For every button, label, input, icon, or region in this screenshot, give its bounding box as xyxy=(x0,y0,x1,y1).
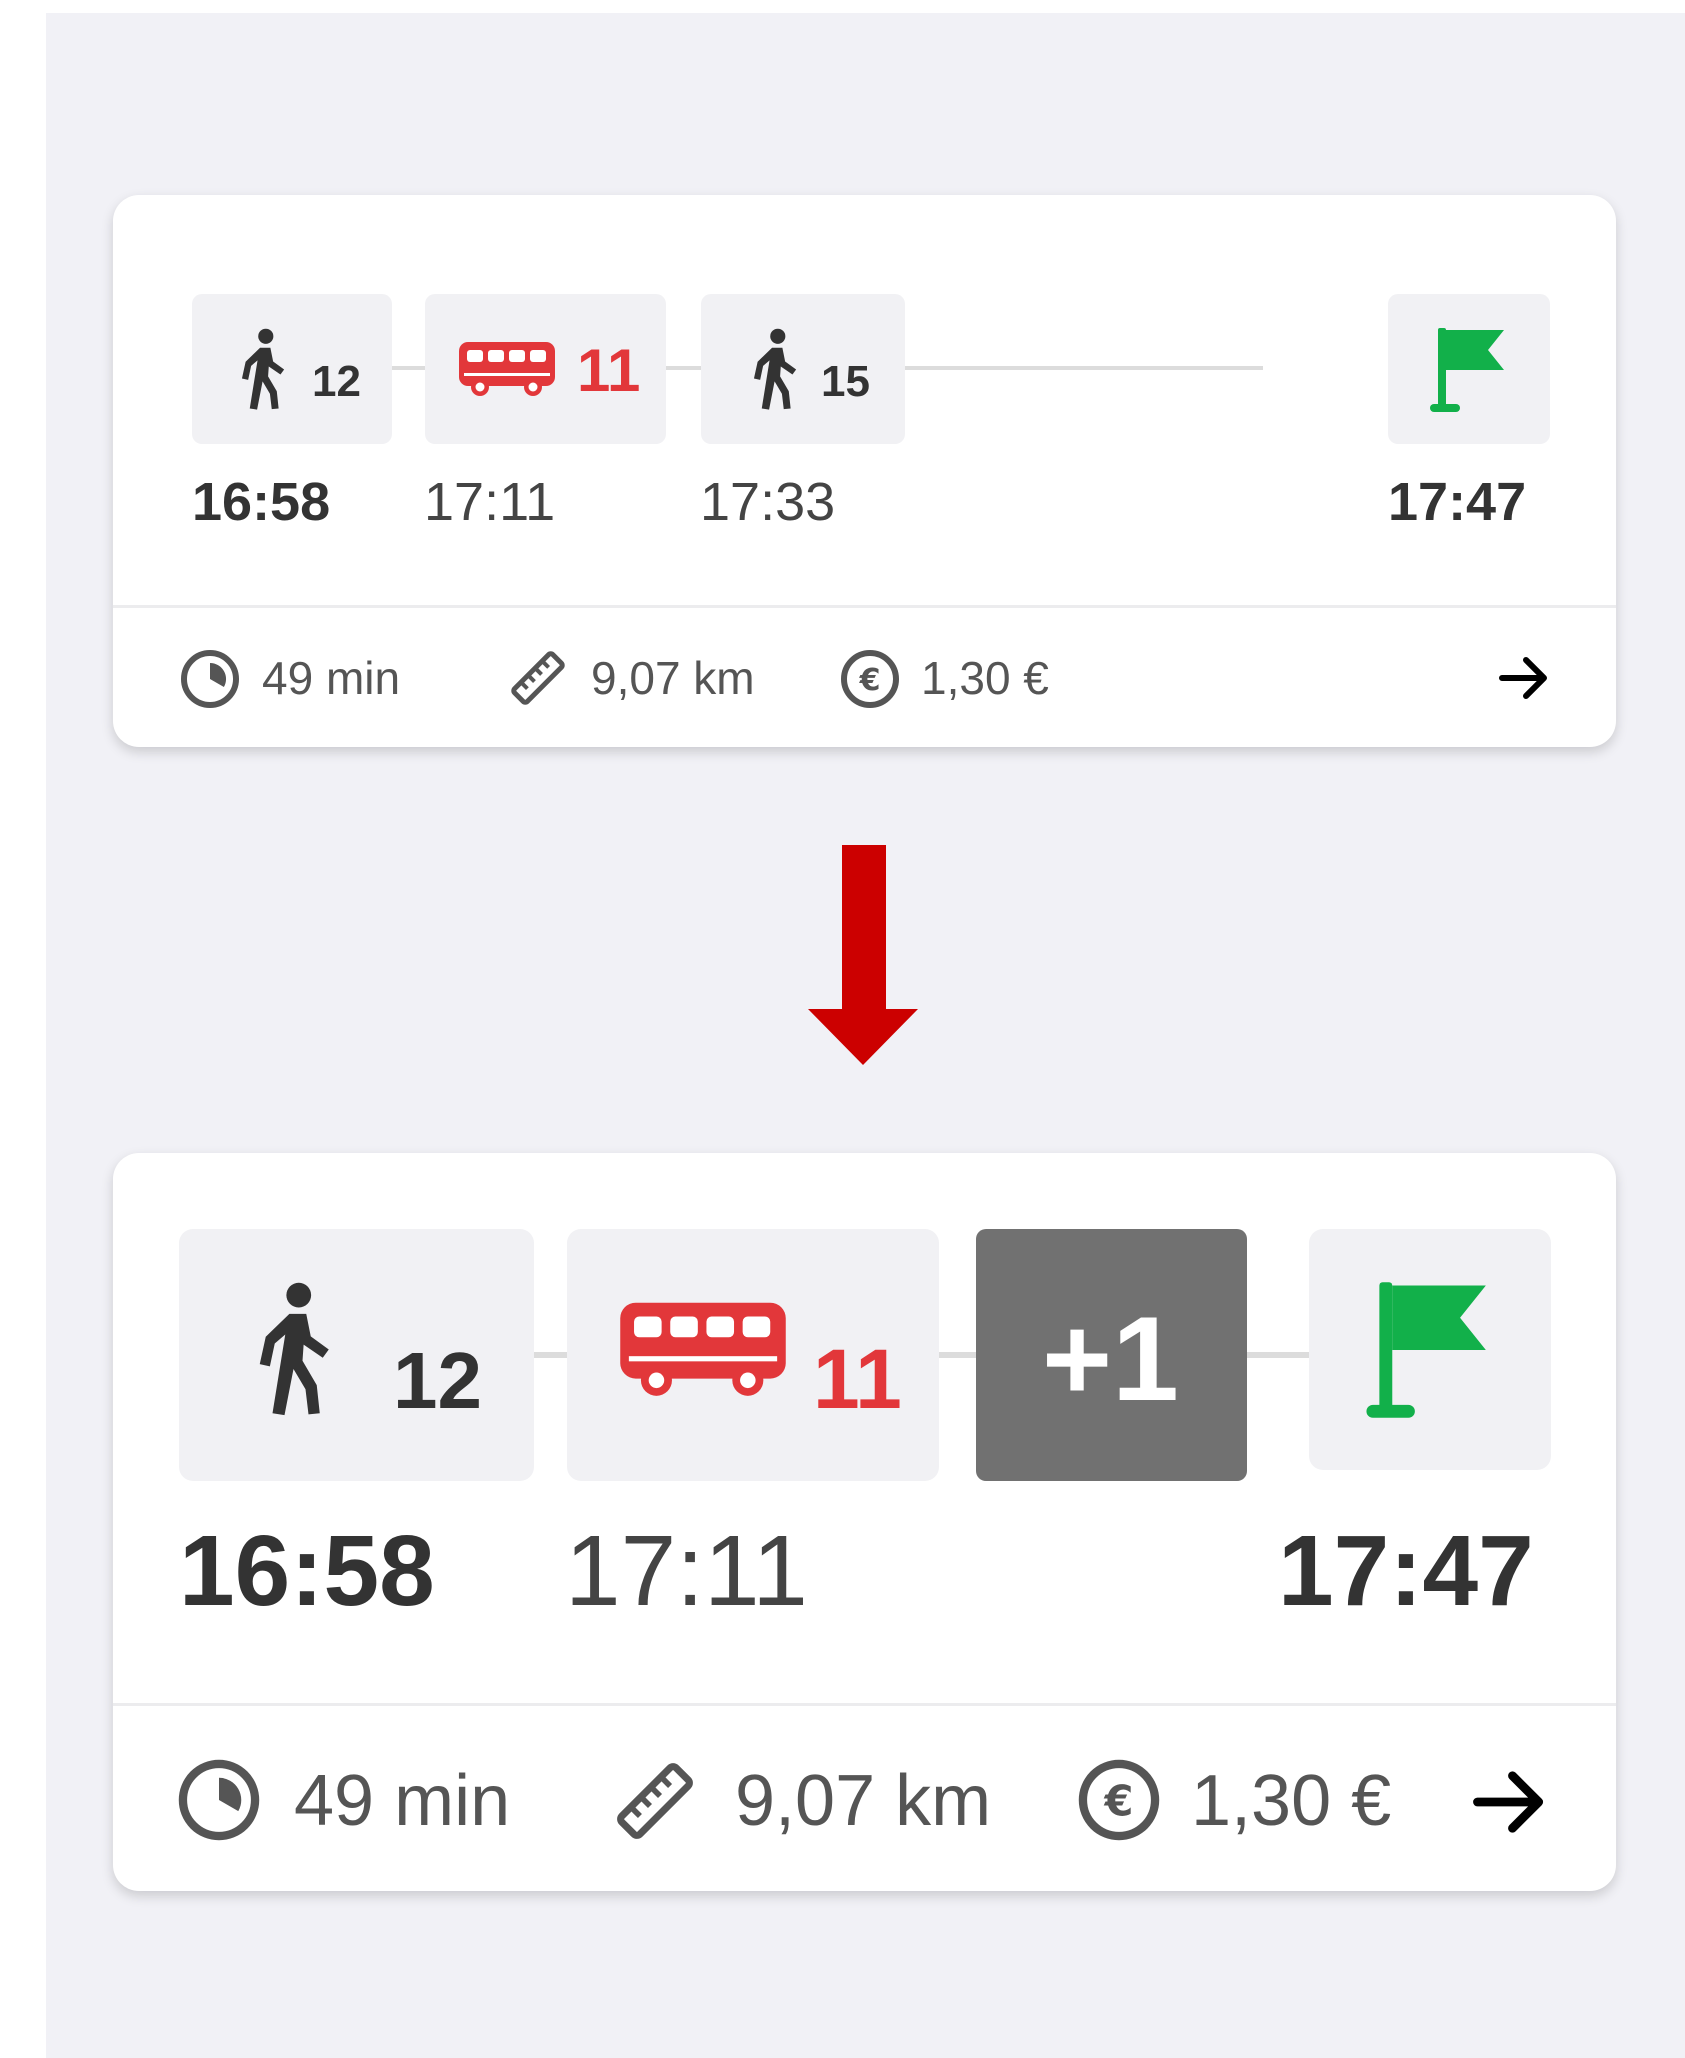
trip-duration: 49 min xyxy=(294,1761,511,1841)
bus-icon xyxy=(459,342,555,396)
departure-time: 16:58 xyxy=(192,472,331,532)
euro-icon: € xyxy=(1078,1759,1160,1841)
arrival-time: 17:47 xyxy=(1278,1515,1534,1627)
walk-icon xyxy=(259,1282,329,1416)
route-card-before[interactable]: 12 11 15 16:58 17:11 17:33 17:47 49 min … xyxy=(113,195,1616,747)
walk-duration: 12 xyxy=(393,1336,482,1425)
bus-departure-time: 17:11 xyxy=(424,472,556,532)
more-legs-badge[interactable]: +1 xyxy=(976,1229,1247,1481)
arrow-right-icon[interactable] xyxy=(1498,654,1552,702)
trip-price: 1,30 € xyxy=(921,652,1049,704)
ruler-icon xyxy=(511,651,565,705)
flag-icon xyxy=(1366,1282,1486,1418)
arrival-time: 17:47 xyxy=(1388,472,1527,532)
walk-duration: 12 xyxy=(312,357,361,406)
leg-bus-tile: 11 xyxy=(567,1229,939,1481)
departure-time: 16:58 xyxy=(179,1515,435,1627)
leg-bus-tile: 11 xyxy=(425,294,666,444)
more-legs-count: +1 xyxy=(1042,1292,1179,1426)
trip-distance: 9,07 km xyxy=(591,652,755,704)
euro-icon: € xyxy=(841,650,899,708)
arrow-right-icon[interactable] xyxy=(1471,1767,1551,1837)
leg-walk-tile: 15 xyxy=(701,294,905,444)
divider xyxy=(113,605,1616,608)
walk-start-time: 17:33 xyxy=(700,472,836,532)
flag-icon xyxy=(1430,328,1504,412)
clock-icon xyxy=(181,650,239,708)
trip-price: 1,30 € xyxy=(1191,1761,1392,1841)
svg-text:€: € xyxy=(1104,1776,1134,1825)
route-card-after[interactable]: 12 11 +1 16:58 17:11 17:47 49 min 9,07 k… xyxy=(113,1153,1616,1891)
leg-walk-tile: 12 xyxy=(179,1229,534,1481)
trip-distance: 9,07 km xyxy=(735,1761,992,1841)
bus-departure-time: 17:11 xyxy=(565,1515,808,1627)
bus-icon xyxy=(620,1302,786,1396)
leg-walk-tile: 12 xyxy=(192,294,392,444)
divider xyxy=(113,1703,1616,1706)
ruler-icon xyxy=(617,1763,693,1839)
svg-text:€: € xyxy=(859,663,881,698)
bus-line-number: 11 xyxy=(813,1332,902,1426)
leg-destination-tile xyxy=(1388,294,1550,444)
leg-destination-tile xyxy=(1309,1229,1551,1470)
walk-icon xyxy=(753,328,797,410)
arrow-down-icon xyxy=(808,845,918,1065)
bus-line-number: 11 xyxy=(577,337,641,404)
walk-duration: 15 xyxy=(821,357,870,406)
walk-icon xyxy=(241,328,285,410)
trip-duration: 49 min xyxy=(262,652,401,704)
clock-icon xyxy=(178,1759,260,1841)
